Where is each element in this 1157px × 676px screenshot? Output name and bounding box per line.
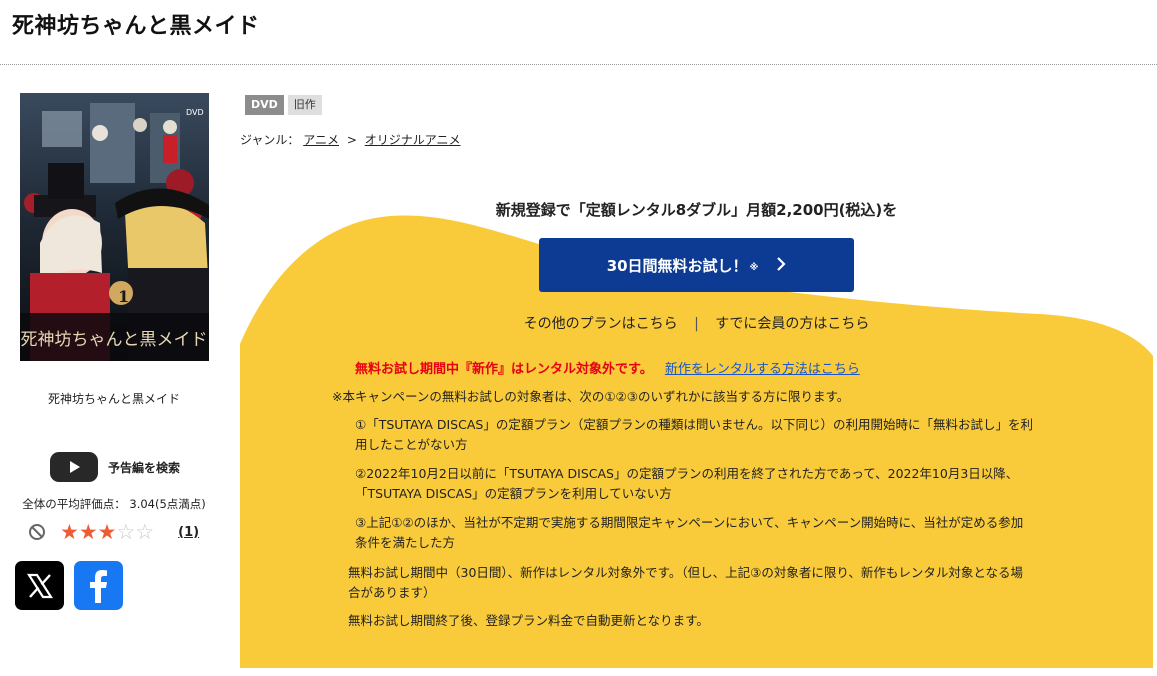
star-filled-icon[interactable]: ★: [60, 521, 79, 543]
terms-item-3-line-1: ③上記①②のほか、当社が不定期で実施する期間限定キャンペーンにおいて、キャンペー…: [355, 515, 1024, 530]
genre-label: ジャンル：: [240, 133, 300, 147]
dvd-badge: DVD: [245, 95, 284, 115]
page-title: 死神坊ちゃんと黒メイド: [12, 14, 260, 39]
terms-item-1: ①「TSUTAYA DISCAS」の定額プラン（定額プランの種類は問いません。以…: [355, 415, 1033, 455]
genre-breadcrumb: ジャンル： アニメ > オリジナルアニメ: [240, 131, 460, 148]
rating-row: ★ ★ ★ ☆ ☆ (1): [28, 521, 208, 543]
free-trial-label: 30日間無料お試し！: [606, 256, 748, 275]
terms-item-1-line-1: ①「TSUTAYA DISCAS」の定額プラン（定額プランの種類は問いません。以…: [355, 417, 1033, 432]
new-release-notice: 無料お試し期間中『新作』はレンタル対象外です。 新作をレンタルする方法はこちら: [355, 358, 860, 377]
no-entry-icon[interactable]: [28, 523, 46, 541]
svg-text:1: 1: [118, 287, 129, 306]
terms-item-2: ②2022年10月2日以前に「TSUTAYA DISCAS」の定額プランの利用を…: [355, 464, 1018, 504]
title-caption: 死神坊ちゃんと黒メイド: [47, 392, 180, 406]
star-filled-icon[interactable]: ★: [79, 521, 98, 543]
star-rating[interactable]: ★ ★ ★ ☆ ☆: [60, 521, 154, 543]
trial-note-2: 無料お試し期間終了後、登録プラン料金で自動更新となります。: [348, 613, 709, 628]
youtube-play-icon: [50, 452, 98, 482]
trailer-search-button[interactable]: 予告編を検索: [50, 452, 180, 482]
terms-item-3-line-2: 条件を満たした方: [355, 535, 456, 550]
trailer-search-label: 予告編を検索: [108, 460, 181, 475]
trial-note-1: 無料お試し期間中（30日間）、新作はレンタル対象外です。（但し、上記③の対象者に…: [348, 563, 1023, 603]
free-trial-note: ※: [749, 263, 759, 273]
svg-text:DVD: DVD: [186, 108, 204, 117]
format-badges: DVD 旧作: [245, 95, 322, 115]
star-empty-icon[interactable]: ☆: [116, 521, 135, 543]
other-plans-link[interactable]: その他のプランはこちら: [524, 316, 678, 332]
x-share-icon[interactable]: [15, 561, 64, 610]
plan-links: その他のプランはこちら | すでに会員の方はこちら: [240, 313, 1153, 333]
header-divider: [0, 64, 1157, 65]
terms-item-2-line-2: 「TSUTAYA DISCAS」の定額プランを利用していない方: [355, 486, 672, 501]
terms-intro: ※本キャンペーンの無料お試しの対象者は、次の①②③のいずれかに該当する方に限りま…: [332, 389, 850, 404]
new-release-warning: 無料お試し期間中『新作』はレンタル対象外です。: [355, 362, 653, 377]
trial-note-1-line-2: 合があります）: [348, 585, 436, 600]
breadcrumb-separator: >: [346, 133, 357, 147]
star-filled-icon[interactable]: ★: [98, 521, 117, 543]
member-login-link[interactable]: すでに会員の方はこちら: [715, 316, 869, 332]
chevron-right-icon: [776, 256, 786, 275]
dvd-cover-image: 1 死神坊ちゃんと黒メイド DVD: [20, 93, 209, 361]
review-count-link[interactable]: (1): [178, 525, 199, 540]
average-rating-text: 全体の平均評価点： 3.04(5点満点): [22, 497, 206, 511]
cover-artwork: 1 死神坊ちゃんと黒メイド DVD: [20, 93, 209, 361]
promo-headline: 新規登録で「定額レンタル8ダブル」月額2,200円(税込)を: [495, 201, 898, 219]
old-release-badge: 旧作: [287, 95, 322, 115]
genre-link-original-anime[interactable]: オリジナルアニメ: [365, 133, 461, 147]
svg-text:死神坊ちゃんと黒メイド: 死神坊ちゃんと黒メイド: [21, 330, 208, 350]
trial-note-1-line-1: 無料お試し期間中（30日間）、新作はレンタル対象外です。（但し、上記③の対象者に…: [348, 565, 1023, 580]
link-divider: |: [694, 316, 699, 332]
free-trial-button[interactable]: 30日間無料お試し！ ※: [539, 238, 854, 292]
new-release-rental-link[interactable]: 新作をレンタルする方法はこちら: [665, 362, 860, 377]
terms-item-1-line-2: 用したことがない方: [355, 437, 468, 452]
terms-item-2-line-1: ②2022年10月2日以前に「TSUTAYA DISCAS」の定額プランの利用を…: [355, 466, 1019, 481]
facebook-share-icon[interactable]: [74, 561, 123, 610]
terms-item-3: ③上記①②のほか、当社が不定期で実施する期間限定キャンペーンにおいて、キャンペー…: [355, 513, 1023, 553]
genre-link-anime[interactable]: アニメ: [303, 133, 339, 147]
star-empty-icon[interactable]: ☆: [135, 521, 154, 543]
